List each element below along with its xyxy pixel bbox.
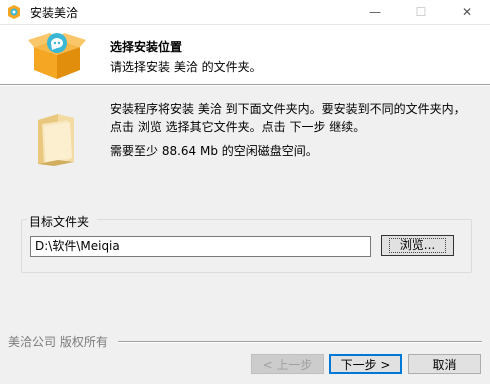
- header-divider: [0, 85, 490, 86]
- description-line-1: 安装程序将安装 美洽 到下面文件夹内。要安装到不同的文件夹内，: [110, 102, 466, 116]
- app-icon: [8, 5, 20, 19]
- page-subtitle: 请选择安装 美洽 的文件夹。: [110, 60, 262, 74]
- next-button[interactable]: 下一步 >: [329, 354, 402, 374]
- page-title: 选择安装位置: [110, 40, 183, 54]
- footer-divider: [118, 341, 482, 343]
- maximize-button[interactable]: ☐: [398, 0, 444, 24]
- copyright-brand-text: 美洽公司 版权所有: [8, 335, 108, 349]
- window-title: 安装美洽: [30, 6, 79, 20]
- destination-folder-label: 目标文件夹: [29, 215, 90, 229]
- cancel-button[interactable]: 取消: [408, 354, 481, 374]
- package-box-icon: [28, 33, 86, 79]
- description-line-2: 点击 浏览 选择其它文件夹。点击 下一步 继续。: [110, 120, 366, 134]
- browse-button[interactable]: 浏览...: [381, 235, 454, 256]
- minimize-icon: —: [369, 5, 381, 19]
- folder-icon: [38, 114, 74, 166]
- minimize-button[interactable]: —: [352, 0, 398, 24]
- back-button[interactable]: < 上一步: [251, 354, 324, 374]
- close-button[interactable]: ✕: [444, 0, 490, 24]
- browse-button-label: 浏览...: [388, 238, 447, 253]
- header-panel: 选择安装位置 请选择安装 美洽 的文件夹。: [0, 25, 490, 85]
- title-bar: 安装美洽 — ☐ ✕: [0, 0, 490, 25]
- space-required-text: 需要至少 88.64 Mb 的空闲磁盘空间。: [110, 144, 318, 158]
- close-icon: ✕: [461, 5, 473, 19]
- maximize-icon: ☐: [415, 5, 427, 19]
- install-path-input[interactable]: D:\软件\Meiqia: [30, 236, 371, 257]
